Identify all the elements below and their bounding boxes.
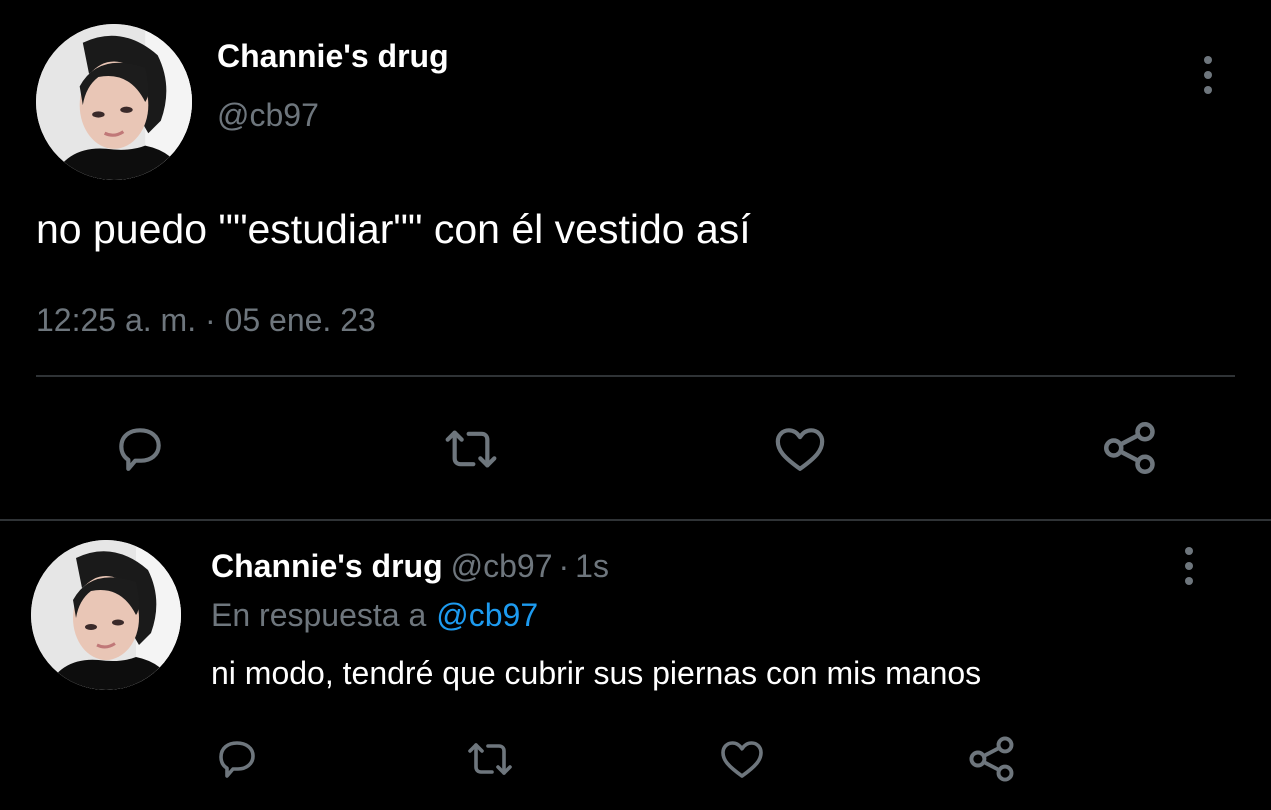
retweet-icon[interactable] [462,735,518,783]
reply-icon[interactable] [112,421,168,477]
reply-header: Channie's drug @cb97 · 1s [211,548,609,585]
mention-link[interactable]: @cb97 [436,597,538,633]
user-handle[interactable]: @cb97 [451,548,553,584]
reply-icon[interactable] [213,735,261,783]
tweet-time-ago[interactable]: 1s [575,548,609,584]
separator: · [558,548,570,584]
tweet-text: no puedo ""estudiar"" con él vestido así [36,206,751,252]
retweet-icon[interactable] [438,421,504,477]
share-icon[interactable] [1100,418,1160,478]
user-handle[interactable]: @cb97 [217,97,319,134]
display-name[interactable]: Channie's drug [211,548,443,584]
avatar[interactable] [36,24,192,180]
reply-context: En respuesta a @cb97 [211,597,538,634]
like-icon[interactable] [771,421,829,477]
divider [36,375,1235,377]
more-options-icon[interactable] [1177,547,1201,585]
like-icon[interactable] [717,735,767,783]
divider [0,519,1271,521]
tweet-thread: Channie's drug @cb97 no puedo ""estudiar… [0,0,1271,810]
reply-prefix: En respuesta a [211,597,427,633]
more-options-icon[interactable] [1196,56,1220,94]
display-name[interactable]: Channie's drug [217,38,449,75]
tweet-text: ni modo, tendré que cubrir sus piernas c… [211,655,982,691]
avatar[interactable] [31,540,181,690]
share-icon[interactable] [966,733,1018,785]
tweet-timestamp[interactable]: 12:25 a. m. · 05 ene. 23 [36,302,376,339]
